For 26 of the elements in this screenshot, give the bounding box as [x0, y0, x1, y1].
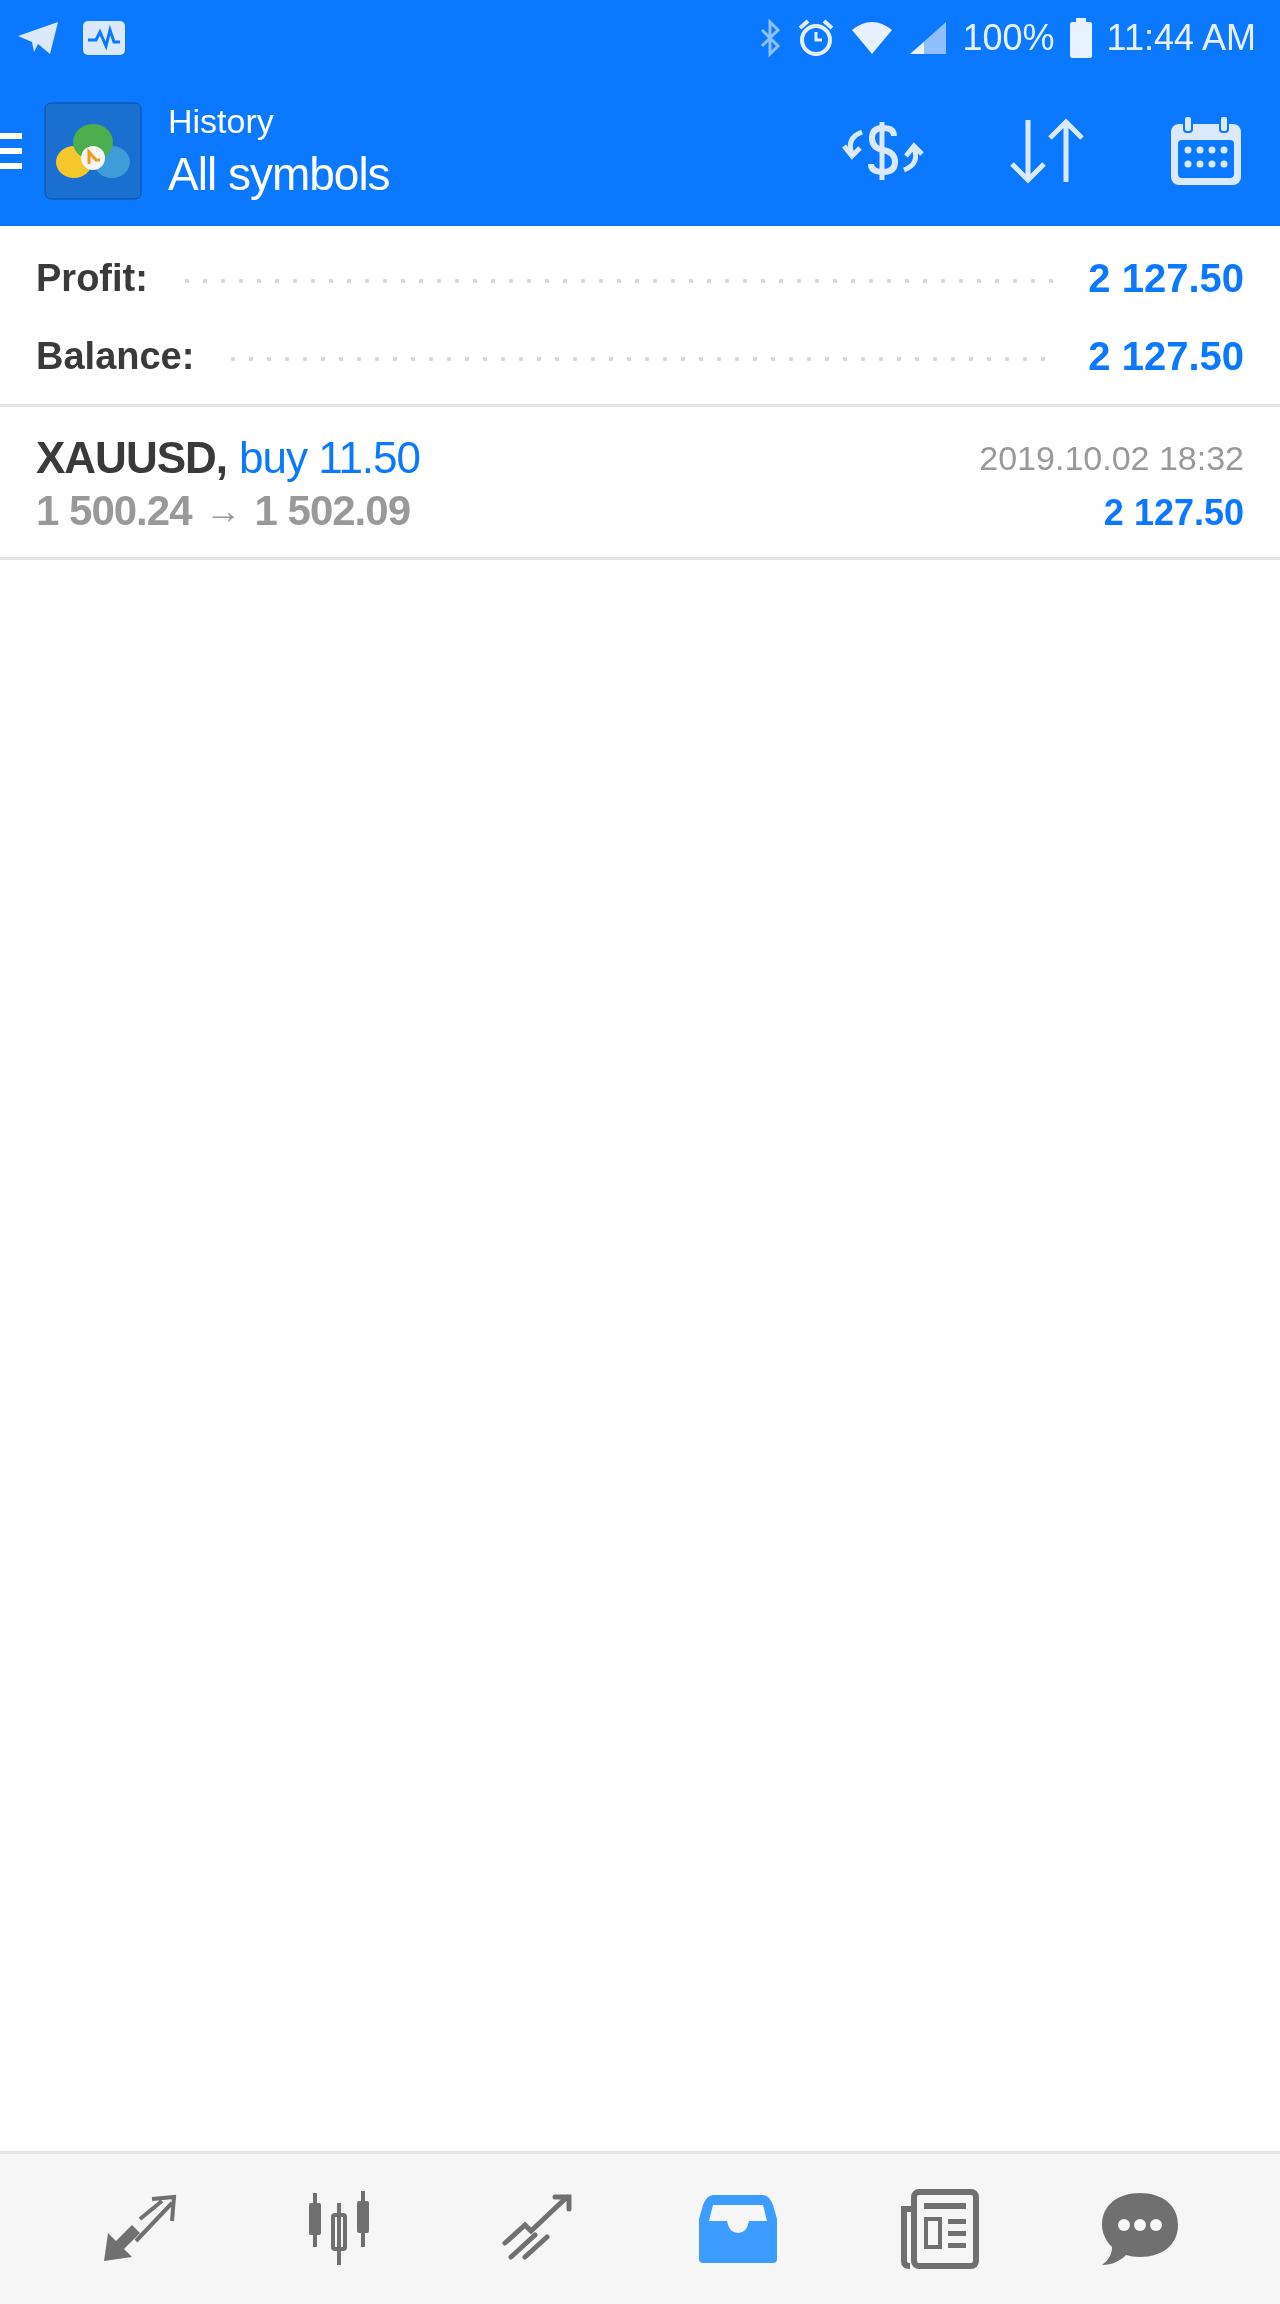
battery-icon — [1068, 18, 1093, 58]
inbox-icon[interactable] — [698, 2193, 777, 2265]
wifi-icon — [850, 20, 895, 56]
summary-value: 2 127.50 — [1088, 255, 1244, 301]
screen-title: History — [168, 101, 275, 141]
send-icon — [16, 20, 60, 56]
close-price: 1 502.09 — [254, 487, 410, 535]
trade-symbol: XAUUSD, — [36, 433, 228, 483]
arrow-glyph: → — [205, 490, 241, 532]
summary-label: Profit: — [36, 256, 148, 300]
bluetooth-icon — [758, 18, 783, 58]
chat-icon[interactable] — [1100, 2191, 1181, 2267]
symbol-filter[interactable]: All symbols — [168, 146, 390, 201]
trade-row[interactable]: XAUUSD, buy 11.50 1 500.24 → 1 502.09 2019.10.02 18:32 2 127.50 — [0, 407, 1280, 560]
app-logo-icon — [44, 102, 142, 200]
trade-profit: 2 127.50 — [1103, 492, 1244, 534]
battery-percent: 100% — [962, 17, 1055, 59]
trade-order: buy 11.50 — [239, 433, 421, 483]
calendar-icon[interactable] — [1168, 114, 1244, 188]
open-price: 1 500.24 — [36, 487, 192, 535]
summary-label: Balance: — [36, 334, 195, 378]
trade-time: 2019.10.02 18:32 — [979, 439, 1244, 478]
clock-time: 11:44 AM — [1106, 17, 1256, 59]
summary-value: 2 127.50 — [1088, 333, 1244, 379]
signal-icon — [908, 20, 949, 56]
pulse-icon — [82, 20, 126, 56]
